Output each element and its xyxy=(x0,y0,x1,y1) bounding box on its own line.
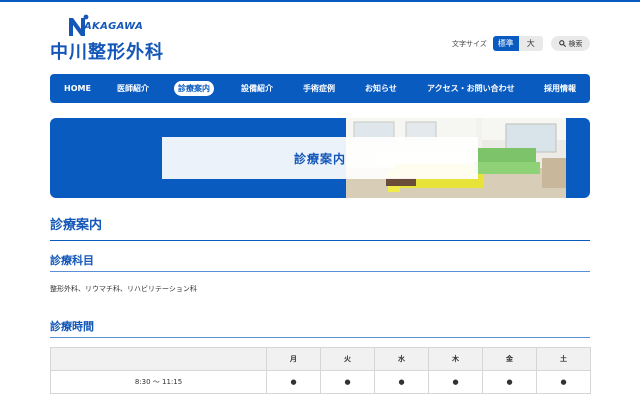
banner-title: 診療案内 xyxy=(293,151,346,166)
search-button-label: 検索 xyxy=(568,39,583,48)
consultation-hours-table: 月 火 水 木 金 土 8:30 〜 11:15 ● ● ● ● ● ● xyxy=(50,347,591,394)
table-row: 8:30 〜 11:15 ● ● ● ● ● ● xyxy=(50,370,591,394)
nav-item-news[interactable]: お知らせ xyxy=(361,81,401,96)
table-header-mon: 月 xyxy=(266,347,321,371)
search-icon xyxy=(558,40,566,47)
open-marker-cell: ● xyxy=(266,370,321,394)
table-header-blank xyxy=(50,347,267,371)
nav-item-recruit[interactable]: 採用情報 xyxy=(540,81,580,96)
open-marker-cell: ● xyxy=(428,370,483,394)
open-marker-cell: ● xyxy=(482,370,537,394)
nav-item-surgery-cases[interactable]: 手術症例 xyxy=(299,81,339,96)
open-marker-cell: ● xyxy=(374,370,429,394)
font-size-large-button[interactable]: 大 xyxy=(518,36,543,51)
nav-item-medical-info[interactable]: 診療案内 xyxy=(174,81,214,96)
departments-divider xyxy=(50,271,590,272)
global-nav: HOME 医師紹介 診療案内 設備紹介 手術症例 お知らせ アクセス・お問い合わ… xyxy=(50,74,590,103)
table-header-fri: 金 xyxy=(482,347,537,371)
page-title: 診療案内 xyxy=(50,218,103,233)
font-size-normal-button[interactable]: 標準 xyxy=(492,36,519,51)
font-size-switcher: 文字サイズ 標準 大 xyxy=(452,36,543,51)
open-marker-cell: ● xyxy=(320,370,375,394)
page-banner: 診療案内 xyxy=(50,118,590,198)
logo-english-text: AKAGAWA xyxy=(84,21,144,32)
nav-item-facilities[interactable]: 設備紹介 xyxy=(237,81,277,96)
top-accent-line xyxy=(0,0,640,2)
departments-text: 整形外科、リウマチ科、リハビリテーション科 xyxy=(50,285,197,293)
nav-item-access-contact[interactable]: アクセス・お問い合わせ xyxy=(423,81,519,96)
page-title-divider xyxy=(50,240,590,241)
time-slot-cell: 8:30 〜 11:15 xyxy=(50,370,267,394)
table-header-thu: 木 xyxy=(428,347,483,371)
search-button[interactable]: 検索 xyxy=(551,36,590,51)
nav-item-doctors[interactable]: 医師紹介 xyxy=(113,81,153,96)
hours-divider xyxy=(50,337,590,338)
open-marker-cell: ● xyxy=(536,370,591,394)
table-header-wed: 水 xyxy=(374,347,429,371)
logo-japanese-text: 中川整形外科 xyxy=(50,42,164,63)
nav-item-home[interactable]: HOME xyxy=(60,81,95,96)
departments-heading: 診療科目 xyxy=(50,254,94,267)
table-header-row: 月 火 水 木 金 土 xyxy=(50,347,591,371)
banner-title-box: 診療案内 xyxy=(162,137,478,179)
table-header-sat: 土 xyxy=(536,347,591,371)
font-size-label: 文字サイズ xyxy=(452,39,487,48)
site-logo[interactable]: AKAGAWA 中川整形外科 xyxy=(50,12,170,63)
hours-heading: 診療時間 xyxy=(50,320,94,333)
table-header-tue: 火 xyxy=(320,347,375,371)
